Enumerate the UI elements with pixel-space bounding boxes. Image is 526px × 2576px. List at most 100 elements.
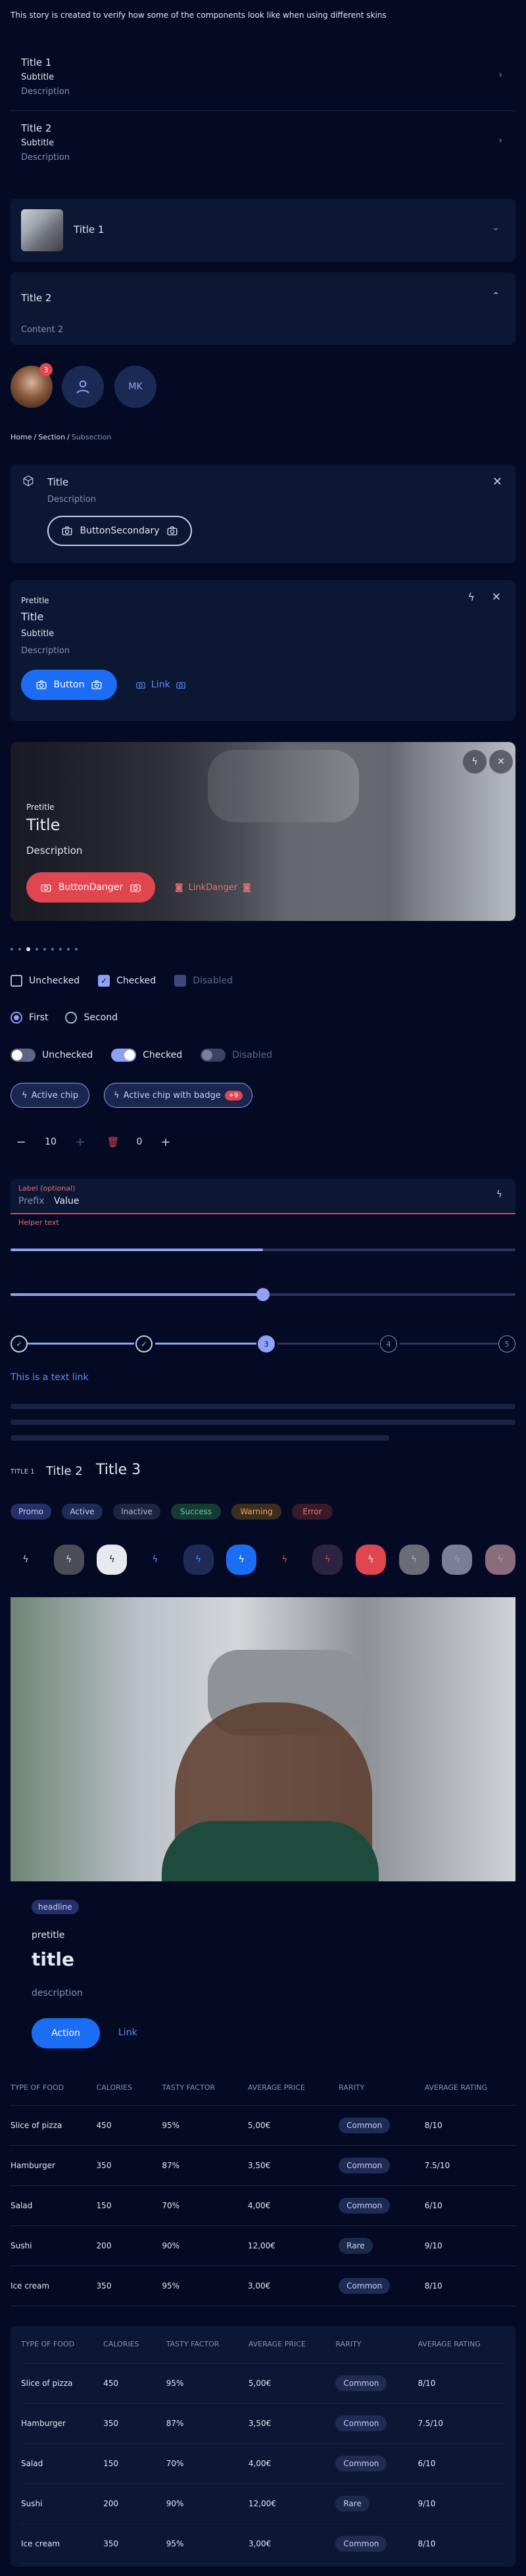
page-indicator: [11, 947, 78, 951]
table-cell: 9/10: [418, 2483, 505, 2524]
lightning-icon[interactable]: ϟ: [226, 1545, 257, 1575]
radio-label: Second: [84, 1012, 118, 1023]
lightning-icon[interactable]: ϟ: [467, 591, 475, 603]
skeleton-line: [11, 1404, 515, 1409]
accordion-item-2[interactable]: Title 2 ⌃ Content 2: [11, 272, 515, 345]
notification-badge: 3: [39, 363, 53, 376]
trash-icon[interactable]: 🗑: [103, 1131, 124, 1152]
secondary-button[interactable]: ButtonSecondary: [47, 516, 192, 546]
close-icon[interactable]: ✕: [492, 475, 502, 489]
page-dot[interactable]: [67, 948, 70, 951]
accordion-item-1[interactable]: Title 1 ⌄: [11, 199, 515, 262]
danger-link[interactable]: ◙ LinkDanger ◙: [175, 872, 251, 903]
lightning-icon[interactable]: ϟ: [11, 1545, 41, 1575]
decrement-button[interactable]: −: [11, 1131, 32, 1152]
slider-track[interactable]: [11, 1288, 515, 1301]
page-dot[interactable]: [75, 948, 78, 951]
table-row: Slice of pizza 450 95% 5,00€ Common 8/10: [11, 2105, 515, 2146]
table-cell: 12,00€: [248, 2483, 336, 2524]
page-dot[interactable]: [59, 948, 62, 951]
table-cell: 8/10: [424, 2105, 515, 2146]
table-cell: 70%: [166, 2443, 249, 2484]
headline-tag: headline: [32, 1900, 79, 1914]
table-header-cell: CALORIES: [103, 2326, 166, 2364]
text-link[interactable]: This is a text link: [11, 1372, 89, 1383]
icon-button-row: ϟ ϟ ϟ ϟ ϟ ϟ ϟ ϟ ϟ ϟ ϟ ϟ: [11, 1543, 515, 1576]
increment-button: +: [75, 1135, 85, 1149]
table-cell: 6/10: [424, 2185, 515, 2226]
switch-on[interactable]: [111, 1049, 137, 1062]
tag-active: Active: [62, 1504, 103, 1520]
table-cell: 5,00€: [247, 2105, 339, 2146]
switch-label: Checked: [143, 1050, 183, 1060]
hero-title: Title: [26, 816, 60, 834]
chip-label: Active chip: [31, 1090, 79, 1101]
list-item[interactable]: Title 2 Subtitle Description ›: [11, 116, 515, 175]
text-field[interactable]: Label (optional) Prefix Value ϟ: [11, 1179, 515, 1214]
table-cell: 8/10: [418, 2523, 505, 2564]
lightning-icon[interactable]: ϟ: [183, 1545, 214, 1575]
breadcrumb-home[interactable]: Home: [11, 433, 32, 441]
chip-badge: +9: [224, 1090, 243, 1101]
step-indicator: ✓ ✓ 3 4 5: [11, 1334, 515, 1354]
danger-link-label: LinkDanger: [188, 882, 238, 893]
chevron-up-icon[interactable]: ⌃: [492, 291, 500, 301]
table-cell: Common: [335, 2523, 418, 2564]
table-cell: 6/10: [418, 2443, 505, 2484]
lightning-icon[interactable]: ϟ: [53, 1545, 84, 1575]
stepper-value: 10: [45, 1137, 57, 1147]
action-button[interactable]: Action: [32, 2018, 100, 2048]
page-dot[interactable]: [36, 948, 38, 951]
table-header-row: TYPE OF FOOD CALORIES TASTY FACTOR AVERAGE …: [21, 2326, 505, 2364]
table-cell: 150: [96, 2185, 162, 2226]
table-cell: Common: [339, 2185, 425, 2226]
close-icon[interactable]: ✕: [492, 591, 501, 604]
field-value: Value: [54, 1196, 80, 1206]
active-chip[interactable]: ϟ Active chip: [11, 1083, 90, 1108]
list-item[interactable]: Title 1 Subtitle Description ›: [11, 47, 515, 107]
camera-icon: [176, 682, 185, 689]
increment-button[interactable]: +: [155, 1131, 176, 1152]
switch-off[interactable]: [11, 1049, 36, 1062]
media-description: description: [32, 1988, 83, 1998]
lightning-icon[interactable]: ϟ: [496, 1189, 502, 1200]
secondary-button-label: ButtonSecondary: [80, 526, 160, 536]
table-cell: Sushi: [21, 2483, 104, 2524]
page-dot[interactable]: [43, 948, 46, 951]
table-row: Ice cream 350 95% 3,00€ Common 8/10: [21, 2523, 505, 2564]
page-dot[interactable]: [51, 948, 54, 951]
table-row: Sushi 200 90% 12,00€ Rare 9/10: [11, 2225, 515, 2266]
checkbox-unchecked[interactable]: [11, 975, 22, 987]
page-dot-active[interactable]: [26, 947, 30, 951]
banner-card: Title Description ButtonSecondary ✕: [11, 464, 515, 563]
switch-label: Disabled: [232, 1050, 273, 1060]
lightning-icon[interactable]: ϟ: [97, 1545, 128, 1575]
media-link[interactable]: Link: [118, 2027, 137, 2038]
card-link[interactable]: Link: [135, 670, 186, 700]
table-cell: 87%: [162, 2145, 248, 2186]
active-chip-with-badge[interactable]: ϟ Active chip with badge +9: [104, 1083, 252, 1108]
close-icon[interactable]: ✕: [489, 750, 513, 774]
camera-icon: [167, 526, 177, 535]
accordion-title: Title 1: [74, 224, 105, 235]
danger-button[interactable]: ButtonDanger: [26, 872, 155, 903]
breadcrumb-section[interactable]: Section: [38, 433, 65, 441]
table-cell: Rare: [335, 2483, 418, 2524]
lightning-icon[interactable]: ϟ: [270, 1545, 300, 1575]
lightning-icon[interactable]: ϟ: [463, 750, 487, 774]
lightning-icon[interactable]: ϟ: [312, 1545, 343, 1575]
checkbox-checked[interactable]: ✓: [98, 975, 110, 987]
page-dot[interactable]: [18, 948, 21, 951]
media-pretitle: pretitle: [32, 1930, 65, 1941]
tag-warning: Warning: [231, 1504, 281, 1520]
lightning-icon[interactable]: ϟ: [140, 1545, 170, 1575]
slider-thumb[interactable]: [256, 1288, 270, 1301]
media-title: title: [32, 1948, 74, 1970]
radio-selected[interactable]: [11, 1012, 22, 1024]
primary-button[interactable]: Button: [21, 670, 117, 700]
switch-disabled: [201, 1049, 226, 1062]
lightning-icon[interactable]: ϟ: [356, 1545, 386, 1575]
page-dot[interactable]: [11, 948, 13, 951]
radio-unselected[interactable]: [65, 1012, 78, 1024]
rarity-badge: Common: [335, 2375, 387, 2391]
